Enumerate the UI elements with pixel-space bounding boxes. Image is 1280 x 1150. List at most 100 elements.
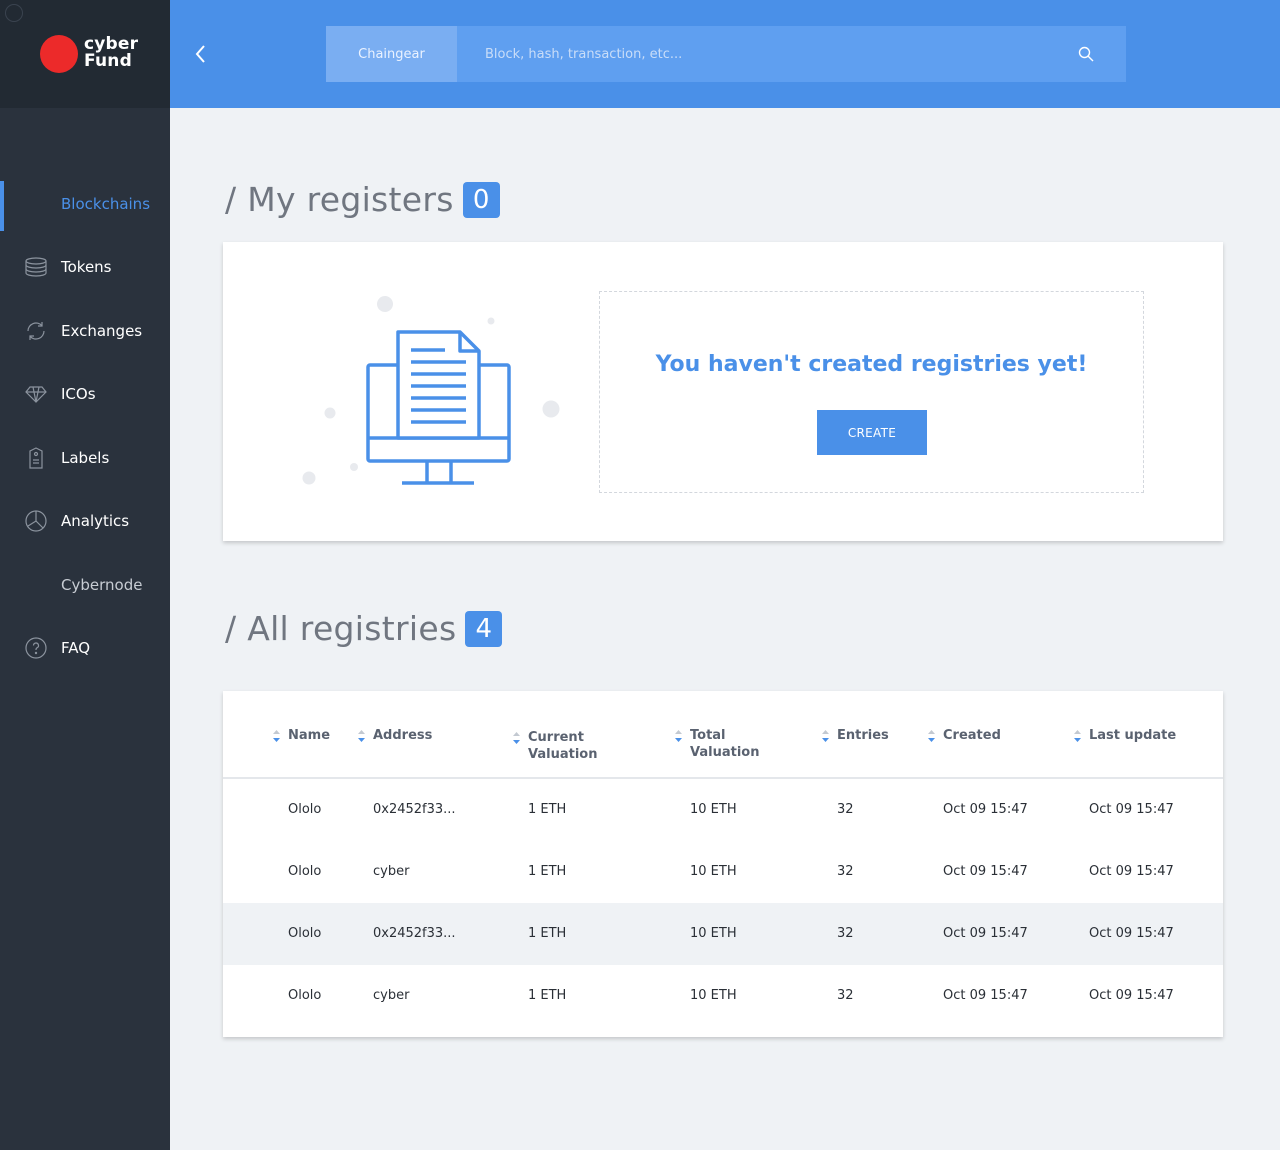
- sidebar-item-label: Blockchains: [61, 194, 151, 213]
- sort-icon[interactable]: [821, 729, 830, 743]
- my-registers-title: / My registers: [225, 180, 454, 219]
- refresh-icon: [24, 319, 48, 343]
- tag-icon: [24, 446, 48, 470]
- sidebar-item-label: Exchanges: [61, 321, 143, 340]
- empty-registry-illustration: [302, 296, 560, 485]
- sort-icon[interactable]: [357, 729, 366, 743]
- cell-current-valuation: 1 ETH: [528, 802, 567, 817]
- cell-name: Ololo: [288, 926, 322, 941]
- sidebar-item-icos[interactable]: ICOs: [0, 363, 170, 427]
- cell-total-valuation: 10 ETH: [690, 864, 737, 879]
- cell-address[interactable]: 0x2452f33...: [373, 779, 456, 841]
- sort-icon[interactable]: [927, 729, 936, 743]
- cell-total-valuation: 10 ETH: [690, 802, 737, 817]
- empty-state-message: You haven't created registries yet!: [655, 352, 1088, 377]
- search-icon[interactable]: [1078, 46, 1094, 62]
- back-button[interactable]: [190, 40, 212, 68]
- logo-dot-icon: [40, 35, 78, 73]
- sidebar-item-cybernode[interactable]: Cybernode: [0, 553, 170, 617]
- column-header-entries[interactable]: Entries: [822, 727, 889, 744]
- sort-icon[interactable]: [674, 729, 683, 743]
- cell-last-update: Oct 09 15:47: [1089, 802, 1174, 817]
- sidebar: cyber Fund Blockchains Tokens Exchanges …: [0, 0, 170, 1150]
- diamond-icon: [24, 382, 48, 406]
- my-registers-count-badge: 0: [462, 181, 500, 218]
- sidebar-item-tokens[interactable]: Tokens: [0, 236, 170, 300]
- cell-total-valuation: 10 ETH: [690, 926, 737, 941]
- column-header-label: Last update: [1089, 728, 1177, 743]
- column-header-label: Total Valuation: [690, 728, 760, 760]
- empty-state-box: You haven't created registries yet! CREA…: [599, 291, 1144, 493]
- sidebar-item-label: Labels: [61, 448, 110, 467]
- sort-icon[interactable]: [1073, 729, 1082, 743]
- sidebar-item-blockchains[interactable]: Blockchains: [0, 172, 170, 236]
- logo-text: cyber Fund: [84, 36, 138, 70]
- coins-stack-icon: [24, 255, 48, 279]
- column-header-label: Current Valuation: [528, 730, 598, 762]
- cell-last-update: Oct 09 15:47: [1089, 926, 1174, 941]
- search-input[interactable]: [457, 26, 1057, 82]
- logo-line-2: Fund: [84, 51, 132, 71]
- chevron-left-icon: [195, 45, 205, 63]
- column-header-label: Entries: [837, 728, 889, 743]
- column-header-label: Address: [373, 728, 433, 743]
- column-header-last-update[interactable]: Last update: [1074, 727, 1177, 744]
- top-bar: Chaingear: [170, 0, 1280, 108]
- cell-created: Oct 09 15:47: [943, 988, 1028, 1003]
- pie-chart-icon: [24, 509, 48, 533]
- create-button[interactable]: CREATE: [817, 410, 927, 455]
- cell-created: Oct 09 15:47: [943, 802, 1028, 817]
- search-bar: Chaingear: [326, 26, 1126, 82]
- sidebar-item-analytics[interactable]: Analytics: [0, 490, 170, 554]
- cell-current-valuation: 1 ETH: [528, 988, 567, 1003]
- sidebar-item-label: Tokens: [61, 258, 112, 277]
- logo[interactable]: cyber Fund: [0, 0, 170, 108]
- sidebar-item-label: ICOs: [61, 385, 96, 404]
- settings-icon[interactable]: [5, 4, 23, 22]
- cell-address[interactable]: cyber: [373, 841, 409, 903]
- column-header-created[interactable]: Created: [928, 727, 1001, 744]
- column-header-label: Name: [288, 728, 331, 743]
- sort-icon[interactable]: [512, 731, 521, 745]
- cell-entries: 32: [837, 802, 854, 817]
- column-header-current-valuation[interactable]: Current Valuation: [513, 729, 598, 763]
- cell-address[interactable]: 0x2452f33...: [373, 903, 456, 965]
- column-header-address[interactable]: Address: [358, 727, 433, 744]
- cell-entries: 32: [837, 926, 854, 941]
- table-row[interactable]: Ololo 0x2452f33... 1 ETH 10 ETH 32 Oct 09 15:…: [223, 903, 1223, 965]
- cell-created: Oct 09 15:47: [943, 926, 1028, 941]
- my-registers-card: You haven't created registries yet! CREA…: [223, 242, 1223, 541]
- column-header-name[interactable]: Name: [273, 727, 331, 744]
- cell-name: Ololo: [288, 988, 322, 1003]
- all-registries-title: / All registries: [225, 609, 457, 648]
- cell-entries: 32: [837, 864, 854, 879]
- cell-last-update: Oct 09 15:47: [1089, 864, 1174, 879]
- cell-current-valuation: 1 ETH: [528, 864, 567, 879]
- sidebar-nav: Blockchains Tokens Exchanges ICOs Labels: [0, 172, 170, 680]
- column-header-total-valuation[interactable]: Total Valuation: [675, 727, 760, 761]
- all-registries-heading: / All registries 4: [225, 609, 503, 648]
- cell-entries: 32: [837, 988, 854, 1003]
- cell-current-valuation: 1 ETH: [528, 926, 567, 941]
- sidebar-item-labels[interactable]: Labels: [0, 426, 170, 490]
- sidebar-item-faq[interactable]: FAQ: [0, 617, 170, 681]
- cell-total-valuation: 10 ETH: [690, 988, 737, 1003]
- cell-name: Ololo: [288, 802, 322, 817]
- cell-created: Oct 09 15:47: [943, 864, 1028, 879]
- table-row[interactable]: Ololo 0x2452f33... 1 ETH 10 ETH 32 Oct 09 15:…: [223, 779, 1223, 841]
- sort-icon[interactable]: [272, 729, 281, 743]
- sidebar-item-exchanges[interactable]: Exchanges: [0, 299, 170, 363]
- table-header: Name Address Current Valuation Total Valuat…: [223, 691, 1223, 779]
- cell-name: Ololo: [288, 864, 322, 879]
- table-row[interactable]: Ololo cyber 1 ETH 10 ETH 32 Oct 09 15:47 Oct 0…: [223, 841, 1223, 903]
- all-registries-count-badge: 4: [465, 610, 503, 647]
- sidebar-item-label: FAQ: [61, 639, 91, 658]
- search-scope-tab[interactable]: Chaingear: [326, 26, 457, 82]
- column-header-label: Created: [943, 728, 1001, 743]
- registries-table: Name Address Current Valuation Total Valuat…: [223, 691, 1223, 1037]
- question-icon: [24, 636, 48, 660]
- table-row[interactable]: Ololo cyber 1 ETH 10 ETH 32 Oct 09 15:47 Oct 0…: [223, 965, 1223, 1027]
- sidebar-item-label: Analytics: [61, 512, 130, 531]
- cell-address[interactable]: cyber: [373, 965, 409, 1027]
- sidebar-item-label: Cybernode: [61, 575, 143, 594]
